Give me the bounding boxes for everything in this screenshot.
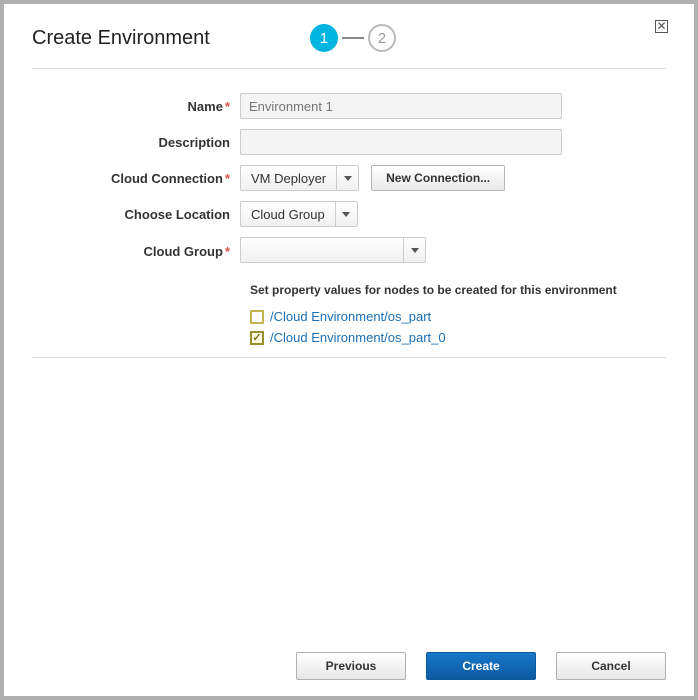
form: Name* Description Cloud Connection* — [32, 93, 666, 358]
node-list: /Cloud Environment/os_part ✓ /Cloud Envi… — [250, 309, 666, 345]
choose-location-dropdown[interactable]: Cloud Group — [240, 201, 358, 227]
chevron-down-icon — [335, 202, 357, 226]
dialog-title: Create Environment — [32, 27, 210, 50]
cloud-group-dropdown[interactable] — [240, 237, 426, 263]
close-icon[interactable]: ✕ — [655, 20, 668, 33]
chevron-down-icon — [403, 238, 425, 262]
step-1: 1 — [310, 24, 338, 52]
label-name: Name* — [32, 99, 240, 114]
node-item: ✓ /Cloud Environment/os_part_0 — [250, 330, 666, 345]
label-cloud-group: Cloud Group* — [32, 244, 240, 259]
step-connector — [342, 37, 364, 39]
previous-button[interactable]: Previous — [296, 652, 406, 680]
chevron-down-icon — [336, 166, 358, 190]
dialog-footer: Previous Create Cancel — [32, 644, 666, 682]
description-input[interactable] — [240, 129, 562, 155]
row-cloud-connection: Cloud Connection* VM Deployer New Connec… — [32, 165, 666, 191]
row-cloud-group: Cloud Group* — [32, 237, 666, 265]
label-description: Description — [32, 135, 240, 150]
dialog-header: Create Environment 1 2 ✕ — [32, 24, 666, 69]
node-item: /Cloud Environment/os_part — [250, 309, 666, 324]
cloud-connection-value: VM Deployer — [241, 166, 336, 190]
cloud-connection-dropdown[interactable]: VM Deployer — [240, 165, 359, 191]
choose-location-value: Cloud Group — [241, 202, 335, 226]
new-connection-button[interactable]: New Connection... — [371, 165, 505, 191]
node-link[interactable]: /Cloud Environment/os_part — [270, 309, 431, 324]
clipboard-check-icon: ✓ — [250, 331, 264, 345]
property-section-heading: Set property values for nodes to be crea… — [250, 283, 666, 297]
cloud-group-value — [241, 238, 261, 262]
step-indicator: 1 2 — [310, 24, 396, 52]
name-input[interactable] — [240, 93, 562, 119]
label-choose-location: Choose Location — [32, 207, 240, 222]
label-cloud-connection: Cloud Connection* — [32, 171, 240, 186]
row-choose-location: Choose Location Cloud Group — [32, 201, 666, 227]
row-name: Name* — [32, 93, 666, 119]
row-description: Description — [32, 129, 666, 155]
dialog-window: Create Environment 1 2 ✕ Name* Descripti — [0, 0, 698, 700]
create-button[interactable]: Create — [426, 652, 536, 680]
step-2: 2 — [368, 24, 396, 52]
clipboard-icon — [250, 310, 264, 324]
cancel-button[interactable]: Cancel — [556, 652, 666, 680]
spacer — [32, 358, 666, 644]
node-link[interactable]: /Cloud Environment/os_part_0 — [270, 330, 446, 345]
